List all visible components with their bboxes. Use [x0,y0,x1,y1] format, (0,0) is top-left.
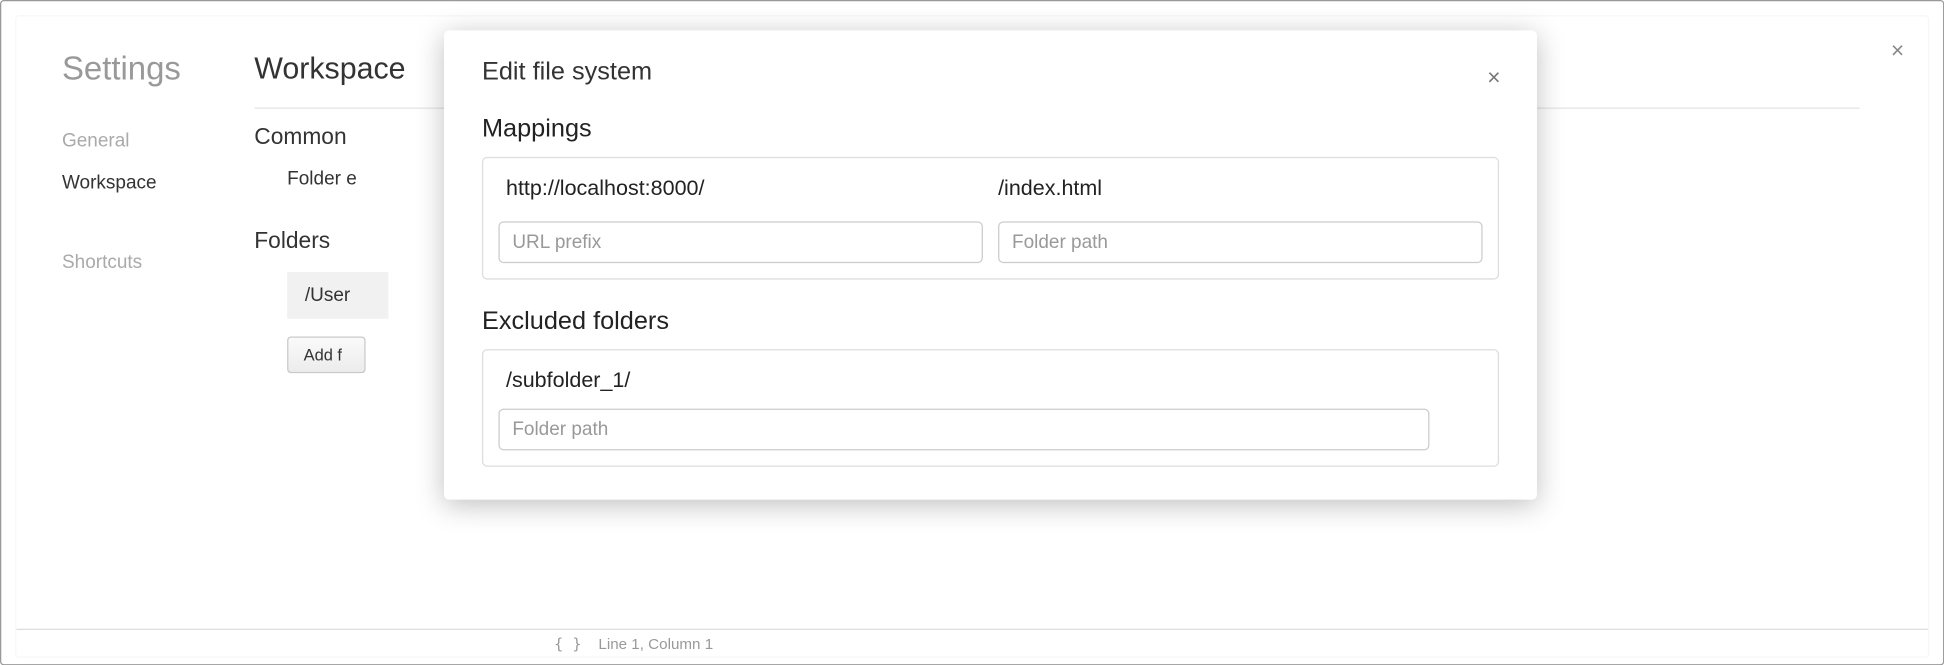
settings-close-icon[interactable]: × [1885,39,1910,64]
mappings-heading: Mappings [482,115,1499,144]
excluded-folders-heading: Excluded folders [482,307,1499,336]
folder-path-input[interactable] [998,221,1482,263]
mappings-box: http://localhost:8000/ /index.html [482,157,1499,280]
settings-nav-shortcuts[interactable]: Shortcuts [62,245,219,279]
mapping-row[interactable]: http://localhost:8000/ /index.html [498,173,1482,208]
mapping-path-value: /index.html [998,176,1475,201]
add-folder-button[interactable]: Add f [287,336,365,373]
cursor-position: Line 1, Column 1 [598,635,713,653]
edit-file-system-dialog: × Edit file system Mappings http://local… [444,30,1537,499]
excluded-folder-input[interactable] [498,409,1429,451]
dialog-title: Edit file system [482,58,1499,87]
url-prefix-input[interactable] [498,221,982,263]
mapping-url-value: http://localhost:8000/ [506,176,983,201]
braces-icon[interactable]: { } [554,635,581,653]
dialog-close-icon[interactable]: × [1481,66,1506,91]
excluded-folder-item[interactable]: /subfolder_1/ [498,366,1482,409]
status-bar: { } Line 1, Column 1 [16,629,1927,657]
folder-item[interactable]: /User [287,272,388,319]
excluded-folders-box: /subfolder_1/ [482,349,1499,467]
settings-nav-workspace[interactable]: Workspace [62,166,219,200]
settings-title: Settings [62,49,219,88]
settings-nav-general[interactable]: General [62,124,219,158]
settings-sidebar: Settings General Workspace Shortcuts [16,16,231,656]
